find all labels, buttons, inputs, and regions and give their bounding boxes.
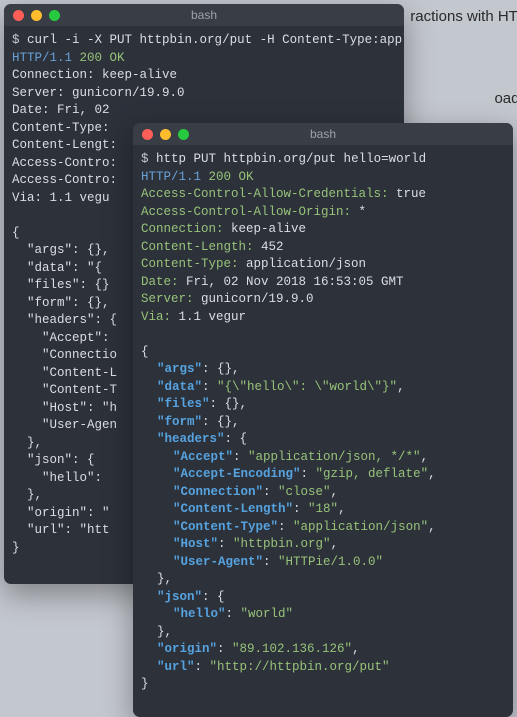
window-title: bash — [133, 126, 513, 143]
json-value: "http://httpbin.org/put" — [210, 660, 390, 674]
prompt: $ — [12, 33, 20, 47]
response-header: Server: gunicorn/19.9.0 — [141, 291, 505, 309]
json-key: "files" — [157, 397, 210, 411]
window-title: bash — [4, 7, 404, 24]
json-value: "application/json, */*" — [248, 450, 421, 464]
json-key: "Accept" — [173, 450, 233, 464]
json-value: {} — [217, 362, 232, 376]
json-key: "Content-Type" — [173, 520, 278, 534]
titlebar[interactable]: bash — [4, 4, 404, 26]
json-key: "Connection" — [173, 485, 263, 499]
json-key: "json" — [157, 590, 202, 604]
titlebar[interactable]: bash — [133, 123, 513, 145]
response-header: Via: 1.1 vegur — [141, 309, 505, 327]
traffic-lights — [133, 129, 189, 140]
response-header: Connection: keep-alive — [12, 67, 396, 85]
json-value: {} — [225, 397, 240, 411]
zoom-icon[interactable] — [178, 129, 189, 140]
http-status-proto: HTTP/1.1 — [12, 51, 72, 65]
json-key: "headers" — [157, 432, 225, 446]
response-header: Date: Fri, 02 — [12, 102, 396, 120]
json-brace: } — [141, 676, 505, 694]
json-key: "data" — [157, 380, 202, 394]
response-header: Connection: keep-alive — [141, 221, 505, 239]
command: curl -i -X PUT httpbin.org/put -H Conten… — [27, 33, 404, 47]
zoom-icon[interactable] — [49, 10, 60, 21]
minimize-icon[interactable] — [31, 10, 42, 21]
traffic-lights — [4, 10, 60, 21]
json-value: {} — [217, 415, 232, 429]
json-key: "Accept-Encoding" — [173, 467, 301, 481]
close-icon[interactable] — [13, 10, 24, 21]
http-status-proto: HTTP/1.1 — [141, 170, 201, 184]
json-value: "{\"hello\": \"world\"}" — [217, 380, 397, 394]
terminal-content[interactable]: $ http PUT httpbin.org/put hello=world HT… — [133, 145, 513, 702]
response-header: Date: Fri, 02 Nov 2018 16:53:05 GMT — [141, 274, 505, 292]
json-key: "Content-Length" — [173, 502, 293, 516]
terminal-window-httpie[interactable]: bash $ http PUT httpbin.org/put hello=wo… — [133, 123, 513, 717]
json-value: "application/json" — [293, 520, 428, 534]
response-header: Access-Control-Allow-Credentials: true — [141, 186, 505, 204]
json-value: "18" — [308, 502, 338, 516]
background-text-2: oads — [494, 88, 517, 109]
json-value: "httpbin.org" — [233, 537, 331, 551]
json-value: "HTTPie/1.0.0" — [278, 555, 383, 569]
json-key: "User-Agent" — [173, 555, 263, 569]
json-key: "hello" — [173, 607, 226, 621]
http-status-code: 200 OK — [80, 51, 125, 65]
response-header: Server: gunicorn/19.9.0 — [12, 85, 396, 103]
json-value: "close" — [278, 485, 331, 499]
json-brace: }, — [141, 624, 505, 642]
json-key: "args" — [157, 362, 202, 376]
response-header: Content-Type: application/json — [141, 256, 505, 274]
json-brace: { — [141, 344, 505, 362]
json-value: "gzip, deflate" — [316, 467, 429, 481]
background-text: ractions with HTT — [410, 6, 517, 27]
json-value: "89.102.136.126" — [232, 642, 352, 656]
http-status-code: 200 OK — [209, 170, 254, 184]
minimize-icon[interactable] — [160, 129, 171, 140]
json-key: "origin" — [157, 642, 217, 656]
json-value: "world" — [241, 607, 294, 621]
json-key: "Host" — [173, 537, 218, 551]
json-brace: }, — [141, 571, 505, 589]
response-header: Access-Control-Allow-Origin: * — [141, 204, 505, 222]
prompt: $ — [141, 152, 149, 166]
json-brace: { — [217, 590, 225, 604]
json-key: "url" — [157, 660, 195, 674]
json-brace: { — [240, 432, 248, 446]
command: http PUT httpbin.org/put hello=world — [156, 152, 426, 166]
close-icon[interactable] — [142, 129, 153, 140]
response-header: Content-Length: 452 — [141, 239, 505, 257]
json-key: "form" — [157, 415, 202, 429]
